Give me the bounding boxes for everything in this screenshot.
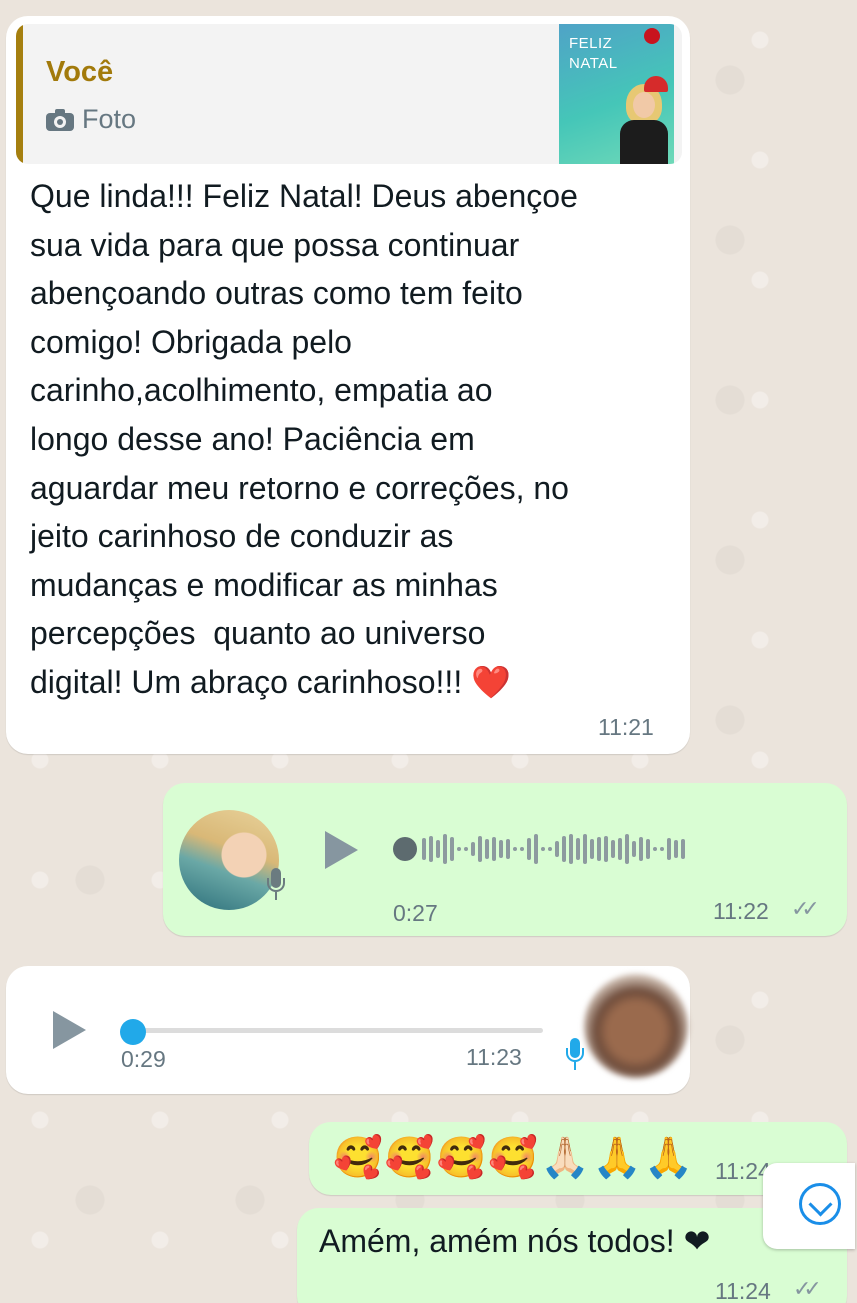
message-body: Que linda!!! Feliz Natal! Deus abençoe s… [30,178,578,700]
double-check-icon: ✓✓ [791,896,820,921]
voice-message-incoming[interactable]: 0:29 11:23 [6,966,690,1094]
quote-author: Você [46,56,114,88]
quote-type-label: Foto [82,104,137,134]
avatar [584,974,688,1078]
message-time: 11:22 [713,898,769,924]
quote-type: Foto [46,104,136,135]
quote-accent-bar [16,24,23,164]
message-text: Que linda!!! Feliz Natal! Deus abençoe s… [30,172,680,707]
message-time: 11:24 [715,1278,771,1303]
scroll-to-bottom-button[interactable] [763,1163,855,1249]
microphone-icon [267,868,285,902]
microphone-icon [566,1038,584,1072]
audio-duration: 0:27 [393,900,438,926]
audio-waveform[interactable] [393,831,685,867]
message-bubble-incoming[interactable]: Você Foto FELIZ NATAL Que linda!!! Feliz… [6,16,690,754]
voice-message-outgoing[interactable]: 0:27 11:22 ✓✓ [163,783,847,936]
message-time: 11:21 [598,714,654,740]
thumbnail-title: FELIZ NATAL [569,35,618,72]
message-text: Amém, amém nós todos! ❤ [319,1223,711,1259]
emoji-text: 🥰🥰🥰🥰🙏🏻🙏🙏 [333,1136,696,1180]
play-button[interactable] [325,831,358,869]
santa-hat-icon [644,76,668,92]
audio-progress-track[interactable] [128,1028,543,1033]
audio-duration: 0:29 [121,1046,166,1072]
playback-knob[interactable] [393,837,417,861]
avatar [179,810,279,910]
heart-emoji: ❤️ [471,663,511,700]
message-time: 11:23 [466,1044,522,1070]
camera-icon [46,108,74,131]
quoted-message[interactable]: Você Foto FELIZ NATAL [16,24,682,164]
ornament-icon [644,28,660,44]
playback-knob[interactable] [120,1019,146,1045]
quoted-photo-thumbnail[interactable]: FELIZ NATAL [559,24,674,164]
double-check-icon: ✓✓ [793,1276,822,1301]
play-button[interactable] [53,1011,86,1049]
person-illustration [620,84,668,164]
